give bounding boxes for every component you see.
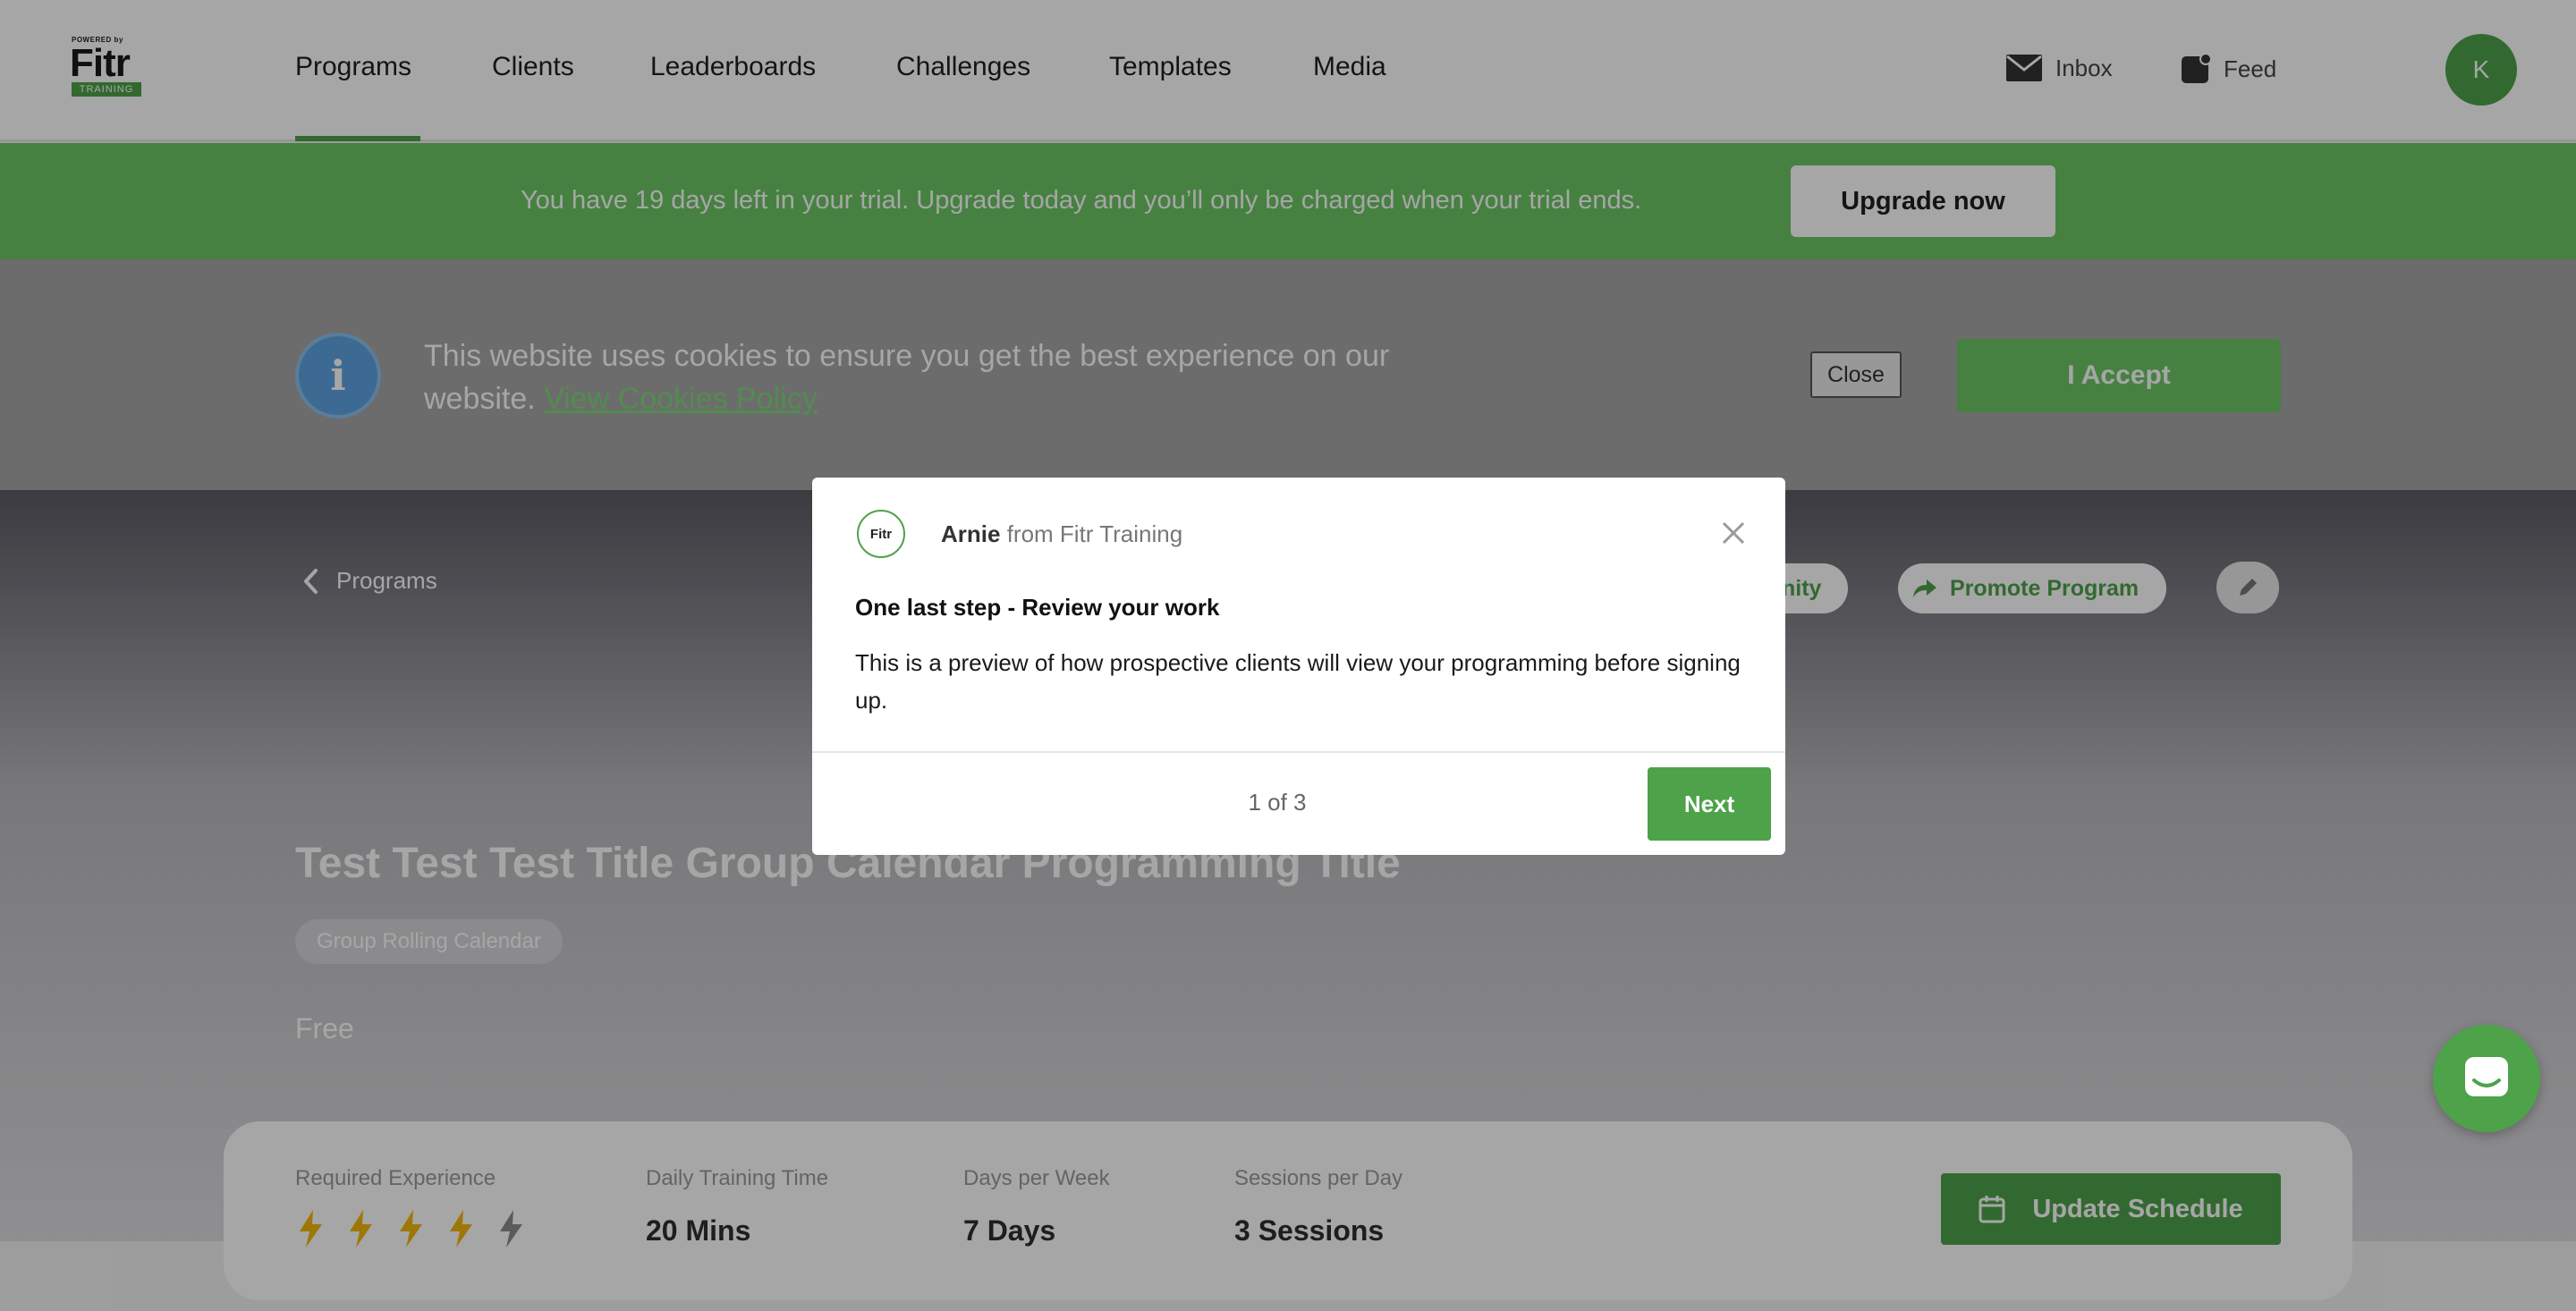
chat-launcher[interactable] (2433, 1025, 2540, 1132)
tour-next-button[interactable]: Next (1648, 767, 1771, 841)
chat-icon (2465, 1057, 2508, 1096)
close-icon[interactable] (1716, 515, 1751, 551)
fitr-avatar-logo: Fitr (857, 510, 905, 558)
modal-divider (812, 751, 1785, 753)
sender-name: Arnie (941, 520, 1001, 547)
tour-step-counter: 1 of 3 (1248, 789, 1307, 816)
sender-from: from Fitr Training (1006, 520, 1183, 547)
tour-sender: Arnie from Fitr Training (941, 520, 1182, 548)
product-tour-modal: Fitr Arnie from Fitr Training One last s… (812, 478, 1785, 855)
tour-heading: One last step - Review your work (855, 594, 1220, 621)
tour-body: This is a preview of how prospective cli… (855, 649, 1741, 714)
